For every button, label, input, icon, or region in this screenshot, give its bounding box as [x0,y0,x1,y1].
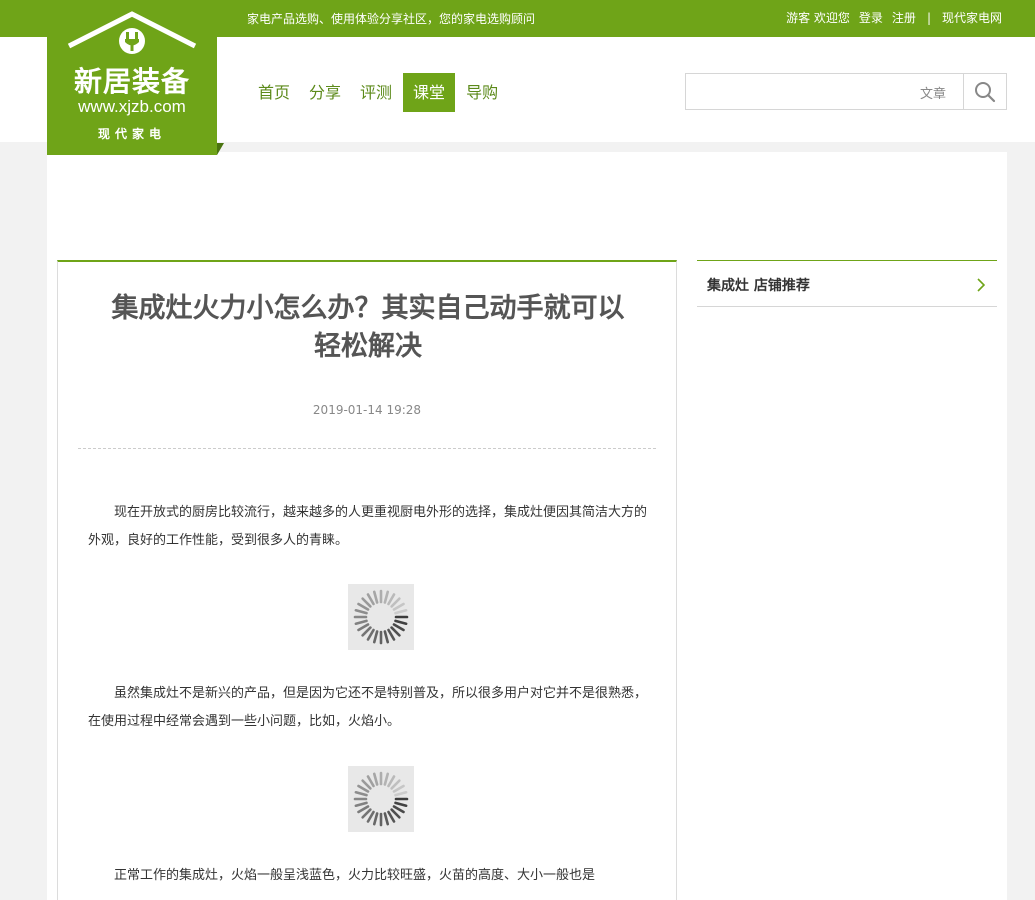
site-link[interactable]: 现代家电网 [942,9,1002,26]
spinner-tick [394,619,408,626]
search-type-select[interactable]: 文章 [920,83,946,102]
spinner-tick [394,790,408,797]
nav-review[interactable]: 评测 [352,73,400,112]
article: 集成灶火力小怎么办？其实自己动手就可以 轻松解决 2019-01-14 19:2… [57,260,677,900]
article-paragraph: 现在开放式的厨房比较流行，越来越多的人更重视厨电外形的选择，集成灶便因其简洁大方… [88,505,648,548]
spinner-tick [357,623,370,632]
article-title-line1: 集成灶火力小怎么办？其实自己动手就可以 [111,293,625,324]
spinner-tick [366,775,375,788]
spinner-tick [357,602,370,611]
spinner-tick [387,628,396,641]
spinner-tick [372,630,379,644]
spinner-tick [354,608,368,615]
spinner-tick [357,805,370,814]
image-placeholder [348,584,414,650]
spinner-tick [354,790,368,797]
site-logo[interactable]: 新居装备 www.xjzb.com 现代家电 [47,0,224,155]
site-tagline: 家电产品选购、使用体验分享社区，您的家电选购顾问 [247,12,536,26]
nav-share[interactable]: 分享 [301,73,349,112]
logo-fold [217,143,224,155]
image-placeholder [348,766,414,832]
spinner-tick [383,772,390,786]
spinner-tick [387,810,396,823]
spinner-tick [392,784,405,793]
logo-subtitle: 现代家电 [97,127,166,141]
spinner-tick [392,623,405,632]
spinner-tick [361,626,372,637]
nav-home[interactable]: 首页 [250,73,298,112]
spinner-tick [387,593,396,606]
divider [78,448,656,449]
spinner-tick [383,590,390,604]
article-title: 集成灶火力小怎么办？其实自己动手就可以 轻松解决 [88,290,648,366]
spinner-tick [390,626,401,637]
spinner-tick [390,808,401,819]
spinner-tick [372,772,379,786]
logo-url: www.xjzb.com [78,97,186,116]
article-date: 2019-01-14 19:28 [312,403,422,417]
spinner-tick [354,801,368,808]
main-nav: 首页 分享 评测 课堂 导购 [250,73,509,112]
spinner-tick [392,602,405,611]
spinner-tick [372,590,379,604]
nav-classroom[interactable]: 课堂 [403,73,456,112]
article-paragraph: 虽然集成灶不是新兴的产品，但是因为它还不是特别普及，所以很多用户对它并不是很熟悉… [88,686,648,729]
user-links: 游客 欢迎您 登录 注册 | 现代家电网 [786,9,1002,26]
spinner-tick [357,784,370,793]
search-input[interactable] [686,74,906,109]
spinner-tick [394,608,408,615]
article-title-line2: 轻松解决 [314,331,422,362]
nav-guide[interactable]: 导购 [458,73,506,112]
separator: | [926,10,931,25]
register-link[interactable]: 注册 [892,9,916,26]
logo-name: 新居装备 [73,65,190,98]
guest-welcome: 游客 欢迎您 [786,11,850,25]
spinner-tick [394,801,408,808]
spinner-tick [390,779,401,790]
spinner-tick [390,597,401,608]
spinner-tick [383,812,390,826]
spinner-tick [387,775,396,788]
sidebar-title: 集成灶 店铺推荐 [707,278,810,294]
spinner-tick [366,628,375,641]
article-paragraph: 正常工作的集成灶，火焰一般呈浅蓝色，火力比较旺盛，火苗的高度、大小一般也是 [114,868,596,883]
search-box: 文章 [685,73,1007,110]
spinner-tick [366,593,375,606]
sidebar-shop-recommend[interactable]: 集成灶 店铺推荐 [697,260,997,307]
login-link[interactable]: 登录 [859,9,883,26]
spinner-tick [361,808,372,819]
search-icon [975,81,996,102]
chevron-right-icon[interactable] [977,278,985,292]
spinner-tick [372,812,379,826]
spinner-tick [361,597,372,608]
loading-spinner-icon [353,771,409,827]
spinner-tick [361,779,372,790]
house-plug-icon [67,11,197,54]
search-button[interactable] [963,74,1006,109]
spinner-tick [366,810,375,823]
spinner-tick [383,630,390,644]
spinner-tick [392,805,405,814]
loading-spinner-icon [353,589,409,645]
spinner-tick [354,619,368,626]
